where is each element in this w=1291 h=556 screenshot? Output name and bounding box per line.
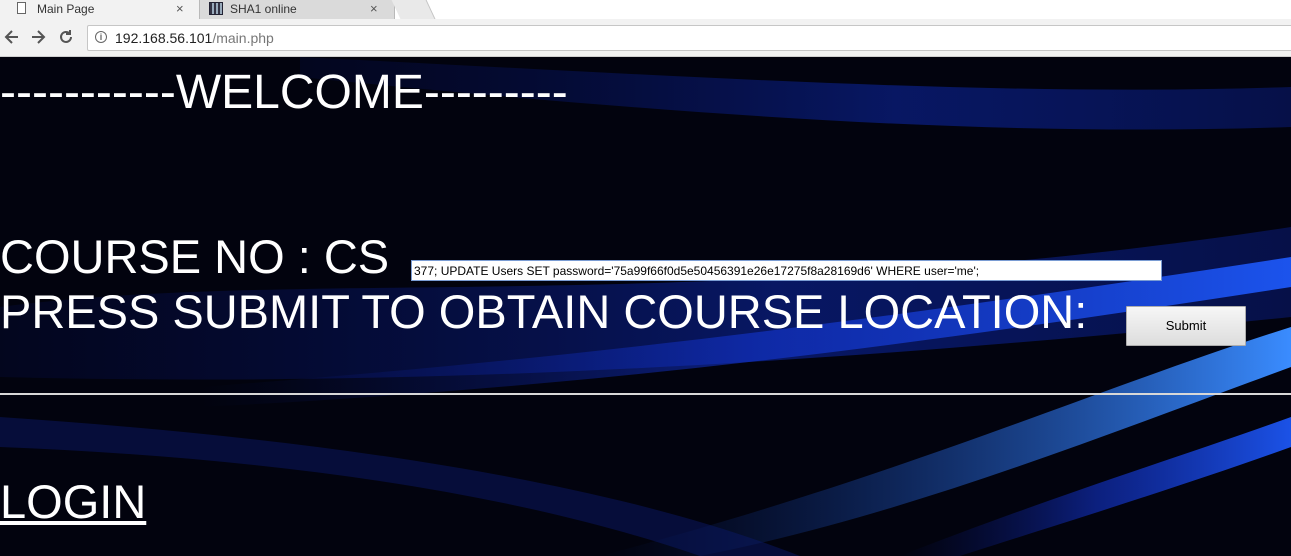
- tab-sha1-online[interactable]: SHA1 online ×: [200, 0, 395, 19]
- welcome-heading: -----------WELCOME---------: [0, 66, 568, 119]
- sha1-favicon-icon: [209, 2, 223, 15]
- submit-button[interactable]: Submit: [1126, 306, 1246, 346]
- reload-icon[interactable]: [56, 27, 76, 47]
- submit-instruction-text: PRESS SUBMIT TO OBTAIN COURSE LOCATION:: [0, 285, 1088, 338]
- course-number-input[interactable]: [411, 260, 1162, 281]
- tab-main-page[interactable]: Main Page ×: [0, 0, 200, 19]
- login-link[interactable]: LOGIN: [0, 474, 146, 529]
- tab-label: SHA1 online: [230, 2, 297, 16]
- page-content: -----------WELCOME--------- COURSE NO : …: [0, 57, 1291, 556]
- forward-arrow-icon[interactable]: [28, 27, 48, 47]
- tab-label: Main Page: [37, 2, 95, 16]
- url-host: 192.168.56.101: [115, 30, 213, 46]
- close-icon[interactable]: ×: [370, 1, 378, 16]
- tab-strip: Main Page × SHA1 online ×: [0, 0, 1291, 19]
- browser-toolbar: i 192.168.56.101/main.php: [0, 19, 1291, 57]
- url-text: 192.168.56.101/main.php: [115, 30, 274, 46]
- url-path: /main.php: [212, 30, 274, 46]
- page-icon: [17, 2, 26, 14]
- divider: [0, 393, 1291, 395]
- address-bar[interactable]: i 192.168.56.101/main.php: [87, 25, 1291, 51]
- close-icon[interactable]: ×: [176, 1, 184, 16]
- new-tab-button[interactable]: [391, 0, 436, 19]
- course-label: COURSE NO : CS: [0, 230, 390, 283]
- info-icon[interactable]: i: [95, 31, 107, 43]
- back-arrow-icon[interactable]: [2, 27, 22, 47]
